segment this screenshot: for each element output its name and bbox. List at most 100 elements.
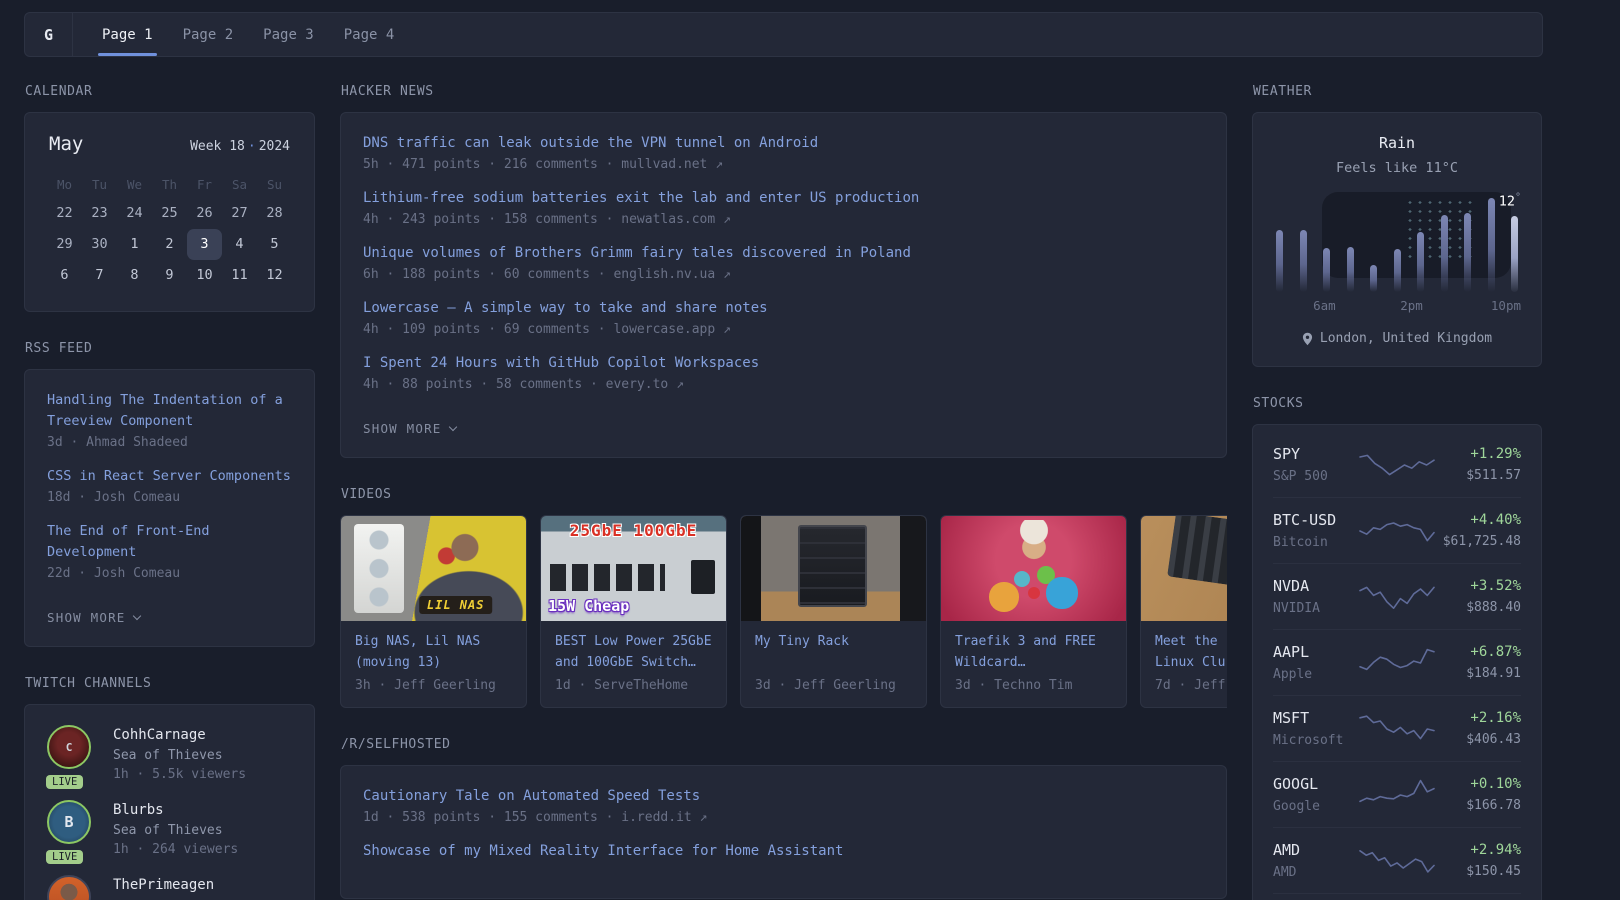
section-title-rss: RSS FEED — [25, 341, 315, 356]
app-logo[interactable]: G — [25, 13, 73, 56]
weather-bar — [1441, 215, 1448, 292]
stock-name: Google — [1273, 799, 1358, 814]
video-thumbnail[interactable] — [741, 516, 926, 621]
feed-item-title[interactable]: Lowercase – A simple way to take and sha… — [363, 298, 1204, 319]
stock-values: +4.40% $61,725.48 — [1436, 512, 1521, 549]
twitch-channel-name[interactable]: ThePrimeagen — [113, 877, 214, 893]
nav-tab[interactable]: Page 3 — [248, 13, 329, 56]
video-card[interactable]: Traefik 3 and FREE Wildcard… 3d · Techno… — [940, 515, 1127, 708]
feed-item-title[interactable]: CSS in React Server Components — [47, 466, 292, 487]
twitch-channel-row[interactable]: B LIVE Blurbs Sea of Thieves 1h · 264 vi… — [47, 800, 292, 857]
weather-bar — [1464, 213, 1471, 292]
stock-change: +6.87% — [1436, 644, 1521, 660]
stock-values: +1.29% $511.57 — [1436, 446, 1521, 483]
stock-id: NVDA NVIDIA — [1273, 577, 1358, 616]
avatar-letter: C — [66, 741, 73, 754]
stock-row[interactable]: AMD AMD +2.94% $150.45 — [1273, 827, 1521, 893]
twitch-channel-game: Sea of Thieves — [113, 748, 246, 763]
calendar-day: 23 — [82, 198, 117, 229]
hackernews-list: DNS traffic can leak outside the VPN tun… — [363, 133, 1204, 392]
video-card[interactable]: FA Meet the Linux Clu 7d · Jeff — [1140, 515, 1227, 708]
calendar-weekday-header: Fr — [187, 169, 222, 198]
calendar-day: 28 — [257, 198, 292, 229]
video-card[interactable]: LIL NAS Big NAS, Lil NAS (moving 13) 3h … — [340, 515, 527, 708]
video-thumbnail[interactable] — [941, 516, 1126, 621]
avatar-letter: B — [64, 813, 73, 831]
feed-item-meta: 6h · 188 points · 60 comments · english.… — [363, 267, 1204, 282]
feed-item-title[interactable]: Showcase of my Mixed Reality Interface f… — [363, 841, 1204, 862]
calendar-day: 22 — [47, 198, 82, 229]
calendar-day: 6 — [47, 260, 82, 291]
calendar-day: 11 — [222, 260, 257, 291]
stock-price: $511.57 — [1436, 468, 1521, 483]
weather-card: Rain Feels like 11°C 12° 6am 2pm — [1252, 112, 1542, 367]
weather-widget: WEATHER Rain Feels like 11°C 12° — [1252, 84, 1542, 367]
stock-sparkline — [1358, 776, 1436, 814]
calendar-weekday-header: We — [117, 169, 152, 198]
stock-row[interactable]: RDDT -1.65% — [1273, 893, 1521, 900]
middle-column: HACKER NEWS DNS traffic can leak outside… — [340, 84, 1227, 900]
thumbnail-text — [1028, 587, 1040, 599]
calendar-day: 26 — [187, 198, 222, 229]
video-thumbnail[interactable]: LIL NAS — [341, 516, 526, 621]
thumbnail-text — [1014, 520, 1054, 560]
video-thumbnail[interactable]: 25GbE 100GbE 15W Cheap — [541, 516, 726, 621]
video-title[interactable]: Traefik 3 and FREE Wildcard… — [941, 621, 1126, 673]
stock-row[interactable]: MSFT Microsoft +2.16% $406.43 — [1273, 695, 1521, 761]
calendar-weekday-header: Su — [257, 169, 292, 198]
time-label: 10pm — [1491, 298, 1521, 313]
video-thumbnail[interactable]: FA — [1141, 516, 1227, 621]
twitch-channel-name[interactable]: Blurbs — [113, 802, 238, 818]
feed-item-title[interactable]: Handling The Indentation of a Treeview C… — [47, 390, 292, 432]
thumbnail-text: LIL NAS — [419, 596, 493, 614]
stock-change: +4.40% — [1436, 512, 1521, 528]
nav-tab[interactable]: Page 2 — [168, 13, 249, 56]
rss-show-more-button[interactable]: SHOW MORE — [47, 610, 140, 625]
video-card[interactable]: My Tiny Rack 3d · Jeff Geerling — [740, 515, 927, 708]
stock-change: +2.16% — [1436, 710, 1521, 726]
video-title[interactable]: My Tiny Rack — [741, 621, 926, 673]
video-title[interactable]: Meet the Linux Clu — [1141, 621, 1227, 673]
location-pin-icon — [1302, 332, 1313, 346]
stock-row[interactable]: AAPL Apple +6.87% $184.91 — [1273, 629, 1521, 695]
twitch-channel-name[interactable]: CohhCarnage — [113, 727, 246, 743]
stock-row[interactable]: SPY S&P 500 +1.29% $511.57 — [1273, 432, 1521, 497]
video-card[interactable]: 25GbE 100GbE 15W Cheap BEST Low Power 25… — [540, 515, 727, 708]
live-badge: LIVE — [46, 850, 83, 864]
feed-item-title[interactable]: Unique volumes of Brothers Grimm fairy t… — [363, 243, 1204, 264]
twitch-channel-info: ThePrimeagen — [113, 875, 214, 900]
stock-price: $61,725.48 — [1436, 534, 1521, 549]
hackernews-card: DNS traffic can leak outside the VPN tun… — [340, 112, 1227, 458]
avatar: B — [47, 800, 91, 844]
feed-item-title[interactable]: DNS traffic can leak outside the VPN tun… — [363, 133, 1204, 154]
video-title[interactable]: Big NAS, Lil NAS (moving 13) — [341, 621, 526, 673]
stock-row[interactable]: NVDA NVIDIA +3.52% $888.40 — [1273, 563, 1521, 629]
stock-row[interactable]: GOOGL Google +0.10% $166.78 — [1273, 761, 1521, 827]
stock-values: +6.87% $184.91 — [1436, 644, 1521, 681]
calendar-dates-grid: 22 23 24 25 26 27 28 29 30 1 2 3 4 5 6 7… — [47, 198, 292, 291]
stock-sparkline — [1358, 512, 1436, 550]
feed-item-title[interactable]: Cautionary Tale on Automated Speed Tests — [363, 786, 1204, 807]
calendar-day: 4 — [222, 229, 257, 260]
twitch-channel-row[interactable]: C LIVE CohhCarnage Sea of Thieves 1h · 5… — [47, 725, 292, 782]
nav-tab[interactable]: Page 1 — [87, 13, 168, 56]
stock-row[interactable]: BTC-USD Bitcoin +4.40% $61,725.48 — [1273, 497, 1521, 563]
nav-tab[interactable]: Page 4 — [329, 13, 410, 56]
feed-item-title[interactable]: Lithium-free sodium batteries exit the l… — [363, 188, 1204, 209]
video-title[interactable]: BEST Low Power 25GbE and 100GbE Switch… — [541, 621, 726, 673]
temp-value: 12 — [1499, 194, 1515, 210]
twitch-channel-row[interactable]: LIVE ThePrimeagen — [47, 875, 292, 900]
twitch-channel-info: CohhCarnage Sea of Thieves 1h · 5.5k vie… — [113, 725, 246, 782]
stock-change: +0.10% — [1436, 776, 1521, 792]
feed-item-title[interactable]: I Spent 24 Hours with GitHub Copilot Wor… — [363, 353, 1204, 374]
hackernews-show-more-button[interactable]: SHOW MORE — [363, 421, 456, 436]
feed-item: Lithium-free sodium batteries exit the l… — [363, 188, 1204, 227]
weather-bar — [1323, 248, 1330, 292]
twitch-channel-info: Blurbs Sea of Thieves 1h · 264 viewers — [113, 800, 238, 857]
calendar-week-year: Week 18·2024 — [190, 139, 290, 154]
feed-item-title[interactable]: The End of Front-End Development — [47, 521, 292, 563]
calendar-widget: CALENDAR May Week 18·2024 Mo Tu We Th Fr… — [24, 84, 315, 312]
calendar-day: 25 — [152, 198, 187, 229]
chevron-down-icon — [448, 423, 456, 431]
stock-ticker: AMD — [1273, 841, 1358, 859]
